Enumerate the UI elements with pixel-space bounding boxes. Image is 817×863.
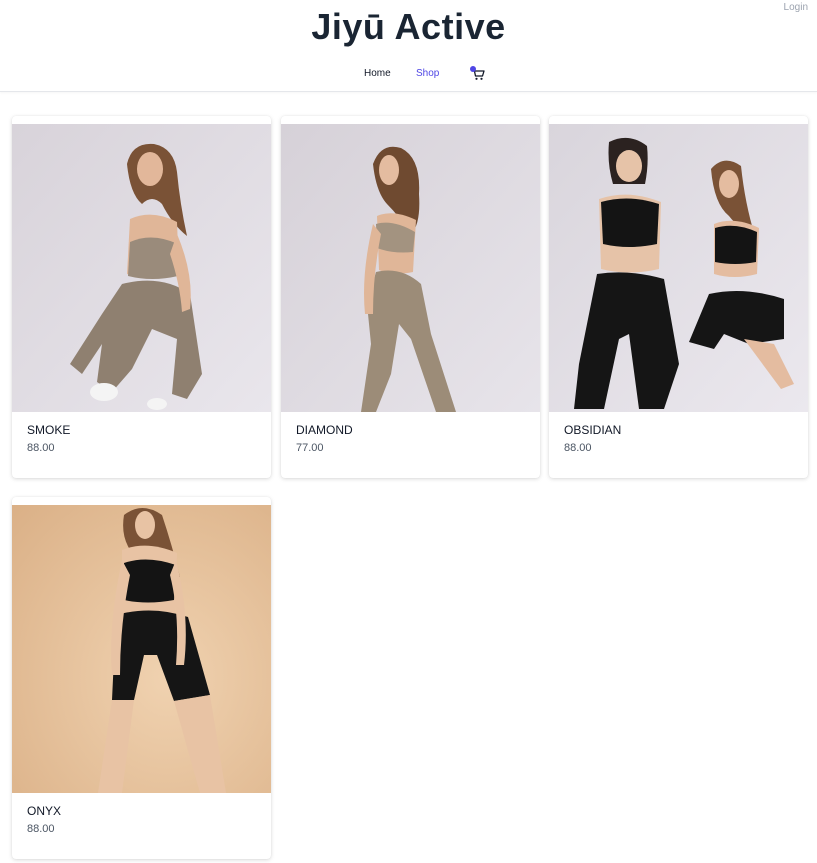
product-name[interactable]: SMOKE <box>27 423 70 437</box>
product-image[interactable] <box>12 505 271 793</box>
product-price: 88.00 <box>564 442 592 454</box>
product-name[interactable]: ONYX <box>27 804 61 818</box>
product-card-smoke[interactable]: SMOKE 88.00 <box>12 116 271 478</box>
product-name[interactable]: OBSIDIAN <box>564 423 621 437</box>
product-card-obsidian[interactable]: OBSIDIAN 88.00 <box>549 116 808 478</box>
product-image[interactable] <box>281 124 540 412</box>
nav-home-link[interactable]: Home <box>364 68 391 79</box>
product-card-onyx[interactable]: ONYX 88.00 <box>12 497 271 859</box>
product-image[interactable] <box>549 124 808 412</box>
login-link[interactable]: Login <box>784 2 808 13</box>
cart-badge-dot <box>470 66 476 72</box>
brand-title[interactable]: Jiyū Active <box>0 6 817 48</box>
main-nav: Home Shop <box>0 66 817 84</box>
product-price: 88.00 <box>27 442 55 454</box>
product-image[interactable] <box>12 124 271 412</box>
product-price: 88.00 <box>27 823 55 835</box>
product-name[interactable]: DIAMOND <box>296 423 353 437</box>
cart-button[interactable] <box>470 66 486 82</box>
product-price: 77.00 <box>296 442 324 454</box>
product-card-diamond[interactable]: DIAMOND 77.00 <box>281 116 540 478</box>
nav-shop-link[interactable]: Shop <box>416 68 439 79</box>
site-header: Jiyū Active Login Home Shop <box>0 0 817 92</box>
